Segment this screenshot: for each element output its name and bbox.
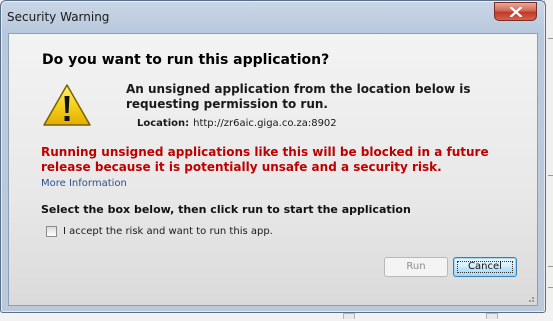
dialog-heading: Do you want to run this application? xyxy=(42,52,330,68)
location-value: http://zr6aic.giga.co.za:8902 xyxy=(193,118,337,129)
accept-risk-option[interactable]: I accept the risk and want to run this a… xyxy=(46,226,273,237)
window-title: Security Warning xyxy=(7,10,110,24)
location-label: Location: xyxy=(137,118,190,129)
instruction-text: Select the box below, then click run to … xyxy=(41,203,411,216)
warning-triangle-icon xyxy=(43,84,91,126)
close-button[interactable] xyxy=(494,2,537,21)
accept-risk-label[interactable]: I accept the risk and want to run this a… xyxy=(63,226,273,237)
security-warning-dialog: Security Warning Do you want to run this… xyxy=(0,0,546,313)
more-information-link[interactable]: More Information xyxy=(41,178,127,189)
title-bar[interactable]: Security Warning xyxy=(1,1,545,33)
accept-risk-checkbox[interactable] xyxy=(46,226,57,237)
cancel-button-label: Cancel xyxy=(468,261,502,272)
resize-grip-icon[interactable] xyxy=(525,293,535,303)
close-icon xyxy=(510,7,522,17)
dialog-body: Do you want to run this application? An … xyxy=(8,33,538,306)
dialog-message: An unsigned application from the locatio… xyxy=(126,82,471,111)
run-button[interactable]: Run xyxy=(384,257,448,277)
location-row: Location: http://zr6aic.giga.co.za:8902 xyxy=(137,118,337,129)
desktop: Security Warning Do you want to run this… xyxy=(0,0,553,321)
block-warning-text: Running unsigned applications like this … xyxy=(41,145,489,174)
cancel-button[interactable]: Cancel xyxy=(453,257,517,277)
